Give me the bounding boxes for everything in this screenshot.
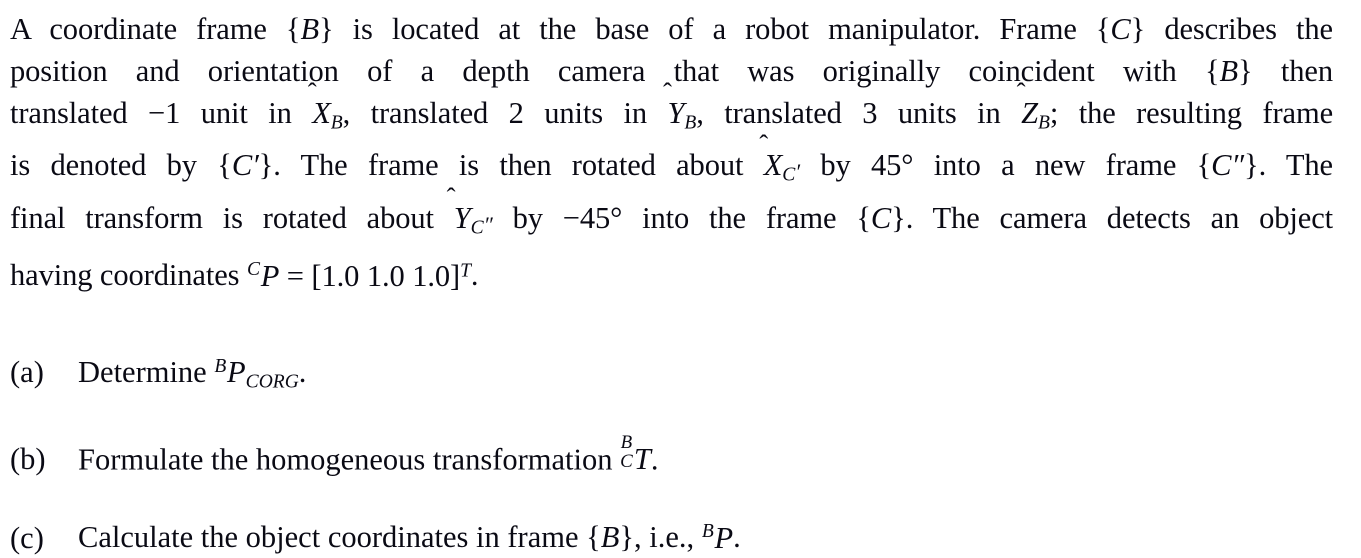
frame-label-B: {B} [1204, 54, 1253, 88]
line4-text-b: . The frame is then rotated about [273, 148, 764, 183]
subscript-CORG: CORG [245, 371, 299, 393]
item-b-suffix: . [650, 442, 659, 477]
line1-text-c: describes the [1145, 12, 1333, 46]
item-marker-b: (b) [10, 442, 46, 477]
frame-label-B: {B} [285, 12, 334, 46]
line4-text-a: is denoted by [10, 148, 218, 183]
question-items: (a) Determine BPCORG. (b) Formulate the … [10, 347, 1333, 558]
item-text-a: Determine BPCORG. [78, 347, 306, 403]
prescript-bottom-C: C [620, 451, 633, 473]
line1-text-a: A coordinate frame [10, 12, 286, 46]
statement-line-1: A coordinate frame {B} is located at the… [10, 8, 1333, 50]
line6-text-a: having coordinates [10, 258, 247, 293]
item-marker-c: (c) [10, 520, 44, 555]
line2-text-b: then [1252, 54, 1333, 88]
line4-text-c: by 45° into a new frame [799, 148, 1197, 183]
item-c-prefix: Calculate the object coordinates in fram… [78, 520, 587, 555]
frame-label-C: {C} [856, 200, 906, 235]
question-item-a: (a) Determine BPCORG. [10, 347, 1333, 403]
item-c-suffix: . [733, 520, 741, 555]
line3-text-d: ; the resulting frame [1049, 96, 1334, 130]
item-a-prefix: Determine [78, 354, 215, 389]
presup-B: B [214, 355, 227, 377]
line4-text-d: . The [1258, 148, 1334, 183]
item-text-b: Formulate the homogeneous transformation… [78, 433, 659, 479]
item-marker-a: (a) [10, 354, 44, 389]
frame-label-C: {C} [1095, 12, 1146, 46]
prescript-top-B: B [620, 431, 633, 453]
item-text-c: Calculate the object coordinates in fram… [78, 512, 741, 557]
line6-text-b: . [470, 258, 479, 293]
line3-text-a: translated −1 unit in [10, 96, 313, 130]
statement-line-3: translated −1 unit in ̂XB, translated 2 … [10, 78, 1334, 144]
unit-vector-x-B: ̂XB [312, 78, 343, 134]
unit-vector-x-C-prime: ̂XC′ [763, 131, 800, 186]
frame-label-B: {B} [586, 520, 635, 555]
problem-page: A coordinate frame {B} is located at the… [0, 0, 1361, 555]
line1-text-b: is located at the base of a robot manipu… [333, 12, 1096, 46]
line3-text-c: , translated 3 units in [696, 96, 1022, 130]
line2-text-a: position and orientation of a depth came… [10, 54, 1205, 88]
symbol-B-C-T: BCT [620, 433, 651, 477]
statement-line-2: position and orientation of a depth came… [10, 50, 1333, 92]
frame-label-C-double-prime: {C″} [1196, 148, 1259, 183]
point-in-frame-C: CP = [1.0 1.0 1.0]T [246, 258, 471, 293]
statement-line-6: having coordinates CP = [1.0 1.0 1.0]T. [10, 249, 1333, 296]
item-b-prefix: Formulate the homogeneous transformation [78, 442, 621, 477]
item-c-middle: , i.e., [634, 520, 702, 555]
question-item-b: (b) Formulate the homogeneous transforma… [10, 433, 1333, 479]
statement-line-4: is denoted by {C′}. The frame is then ro… [10, 131, 1334, 196]
unit-vector-y-C-double-prime: ̂YC″ [451, 183, 493, 239]
line5-text-c: . The camera detects an object [905, 200, 1334, 235]
presup-B: B [701, 521, 714, 543]
symbol-P: P [227, 354, 246, 389]
item-a-suffix: . [298, 354, 307, 389]
unit-vector-y-B: ̂YB [667, 78, 697, 134]
statement-line-5: final transform is rotated about ̂YC″ by… [10, 183, 1334, 249]
line5-text-a: final transform is rotated about [10, 200, 454, 235]
line3-text-b: , translated 2 units in [342, 96, 668, 130]
problem-statement: A coordinate frame {B} is located at the… [10, 8, 1333, 297]
prescript-stack-BC: BC [620, 433, 633, 472]
frame-label-C-prime: {C′} [217, 148, 274, 183]
symbol-T: T [633, 442, 651, 477]
unit-vector-z-B: ̂ZB [1021, 78, 1050, 134]
question-item-c: (c) Calculate the object coordinates in … [10, 512, 1333, 557]
symbol-B-P: BP [702, 521, 733, 555]
line5-text-b: by −45° into the frame [492, 200, 857, 235]
symbol-B-P-CORG: BPCORG [214, 354, 299, 393]
symbol-P: P [714, 520, 734, 555]
